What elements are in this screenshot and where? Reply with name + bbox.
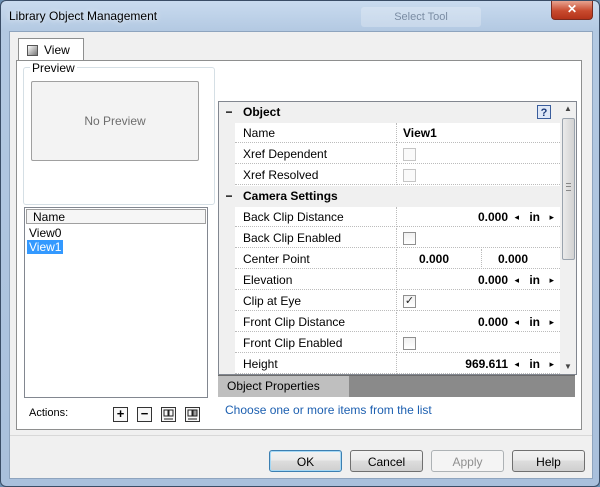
help-icon[interactable]: ? xyxy=(537,105,551,119)
xref-resolved-checkbox xyxy=(403,169,416,182)
add-button[interactable]: + xyxy=(113,407,128,422)
preview-box: No Preview xyxy=(31,81,199,161)
property-label: Name xyxy=(235,123,397,143)
property-row-back-clip-enabled[interactable]: Back Clip Enabled xyxy=(219,228,560,249)
property-row-xref-resolved[interactable]: Xref Resolved xyxy=(219,165,560,186)
import-icon xyxy=(163,409,174,420)
decrease-icon[interactable]: ◂ xyxy=(514,270,519,290)
increase-icon[interactable]: ▸ xyxy=(549,207,554,227)
dialog-window: Library Object Management Select Tool ✕ … xyxy=(0,0,600,487)
tab-view-label: View xyxy=(44,43,70,57)
back-clip-distance-field[interactable]: 0.000 ◂ in ▸ xyxy=(397,207,560,227)
export-button[interactable] xyxy=(185,407,200,422)
property-label: Xref Dependent xyxy=(235,144,397,164)
name-value[interactable]: View1 xyxy=(397,123,560,143)
property-row-front-clip-distance[interactable]: Front Clip Distance 0.000 ◂ in ▸ xyxy=(219,312,560,333)
preview-group: Preview No Preview xyxy=(23,61,215,205)
property-label: Back Clip Enabled xyxy=(235,228,397,248)
properties-scrollbar[interactable]: ▲ ▼ xyxy=(560,102,576,374)
clip-at-eye-checkbox[interactable]: ✓ xyxy=(403,295,416,308)
add-icon: + xyxy=(116,406,125,421)
property-label: Elevation xyxy=(235,270,397,290)
increase-icon[interactable]: ▸ xyxy=(549,312,554,332)
front-clip-enabled-checkbox[interactable] xyxy=(403,337,416,350)
property-row-front-clip-enabled[interactable]: Front Clip Enabled xyxy=(219,333,560,354)
tab-page: Preview No Preview Name View0 View1 Acti… xyxy=(16,60,582,430)
properties-grid[interactable]: − Object ? Name View1 Xref Dependent Xre… xyxy=(218,101,577,375)
description-text: Choose one or more items from the list xyxy=(225,403,432,417)
front-clip-distance-field[interactable]: 0.000 ◂ in ▸ xyxy=(397,312,560,332)
description-header: Object Properties xyxy=(218,375,575,397)
preview-legend: Preview xyxy=(30,61,77,75)
category-label: Camera Settings xyxy=(243,189,338,203)
increase-icon[interactable]: ▸ xyxy=(549,270,554,290)
ok-button[interactable]: OK xyxy=(269,450,342,472)
close-icon: ✕ xyxy=(566,2,578,16)
help-button[interactable]: Help xyxy=(512,450,585,472)
actions-label: Actions: xyxy=(29,407,69,419)
property-label: Front Clip Distance xyxy=(235,312,397,332)
property-label: Back Clip Distance xyxy=(235,207,397,227)
close-button[interactable]: ✕ xyxy=(551,1,593,20)
category-object[interactable]: − Object ? xyxy=(219,102,560,123)
dialog-client: View Preview No Preview Name View0 View1… xyxy=(9,31,593,479)
footer-divider xyxy=(10,435,592,436)
names-list[interactable]: Name View0 View1 xyxy=(24,207,208,398)
decrease-icon[interactable]: ◂ xyxy=(514,207,519,227)
names-column-header[interactable]: Name xyxy=(26,209,206,224)
category-camera-settings[interactable]: − Camera Settings xyxy=(219,186,560,207)
elevation-field[interactable]: 0.000 ◂ in ▸ xyxy=(397,270,560,290)
export-icon xyxy=(187,409,198,420)
property-label: Xref Resolved xyxy=(235,165,397,185)
property-row-clip-at-eye[interactable]: Clip at Eye ✓ xyxy=(219,291,560,312)
property-row-back-clip-distance[interactable]: Back Clip Distance 0.000 ◂ in ▸ xyxy=(219,207,560,228)
property-row-height[interactable]: Height 969.611 ◂ in ▸ xyxy=(219,354,560,374)
property-row-xref-dependent[interactable]: Xref Dependent xyxy=(219,144,560,165)
tab-view[interactable]: View xyxy=(18,38,84,61)
scroll-down-icon[interactable]: ▼ xyxy=(560,360,576,374)
decrease-icon[interactable]: ◂ xyxy=(514,354,519,374)
height-field[interactable]: 969.611 ◂ in ▸ xyxy=(397,354,560,374)
collapse-toggle[interactable]: − xyxy=(224,186,234,206)
cancel-button[interactable]: Cancel xyxy=(350,450,423,472)
title-bar[interactable]: Library Object Management Select Tool ✕ xyxy=(1,1,599,31)
property-label: Clip at Eye xyxy=(235,291,397,311)
category-label: Object xyxy=(243,105,281,119)
remove-icon: − xyxy=(140,406,149,421)
description-title: Object Properties xyxy=(218,376,349,397)
scroll-thumb[interactable] xyxy=(562,118,575,260)
property-label: Height xyxy=(235,354,397,374)
increase-icon[interactable]: ▸ xyxy=(549,354,554,374)
view-icon xyxy=(27,45,38,56)
apply-button[interactable]: Apply xyxy=(431,450,504,472)
import-button[interactable] xyxy=(161,407,176,422)
property-row-elevation[interactable]: Elevation 0.000 ◂ in ▸ xyxy=(219,270,560,291)
remove-button[interactable]: − xyxy=(137,407,152,422)
list-item[interactable]: View1 xyxy=(27,240,64,254)
background-window-title: Select Tool xyxy=(361,7,481,27)
back-clip-enabled-checkbox[interactable] xyxy=(403,232,416,245)
property-row-name[interactable]: Name View1 xyxy=(219,123,560,144)
window-title: Library Object Management xyxy=(9,9,158,23)
xref-dependent-checkbox xyxy=(403,148,416,161)
property-row-center-point[interactable]: Center Point 0.000 0.000 xyxy=(219,249,560,270)
center-point-field[interactable]: 0.000 0.000 xyxy=(397,249,560,269)
decrease-icon[interactable]: ◂ xyxy=(514,312,519,332)
scroll-up-icon[interactable]: ▲ xyxy=(560,102,576,116)
collapse-toggle[interactable]: − xyxy=(224,102,234,122)
property-label: Center Point xyxy=(235,249,397,269)
property-label: Front Clip Enabled xyxy=(235,333,397,353)
list-item[interactable]: View0 xyxy=(27,226,63,240)
